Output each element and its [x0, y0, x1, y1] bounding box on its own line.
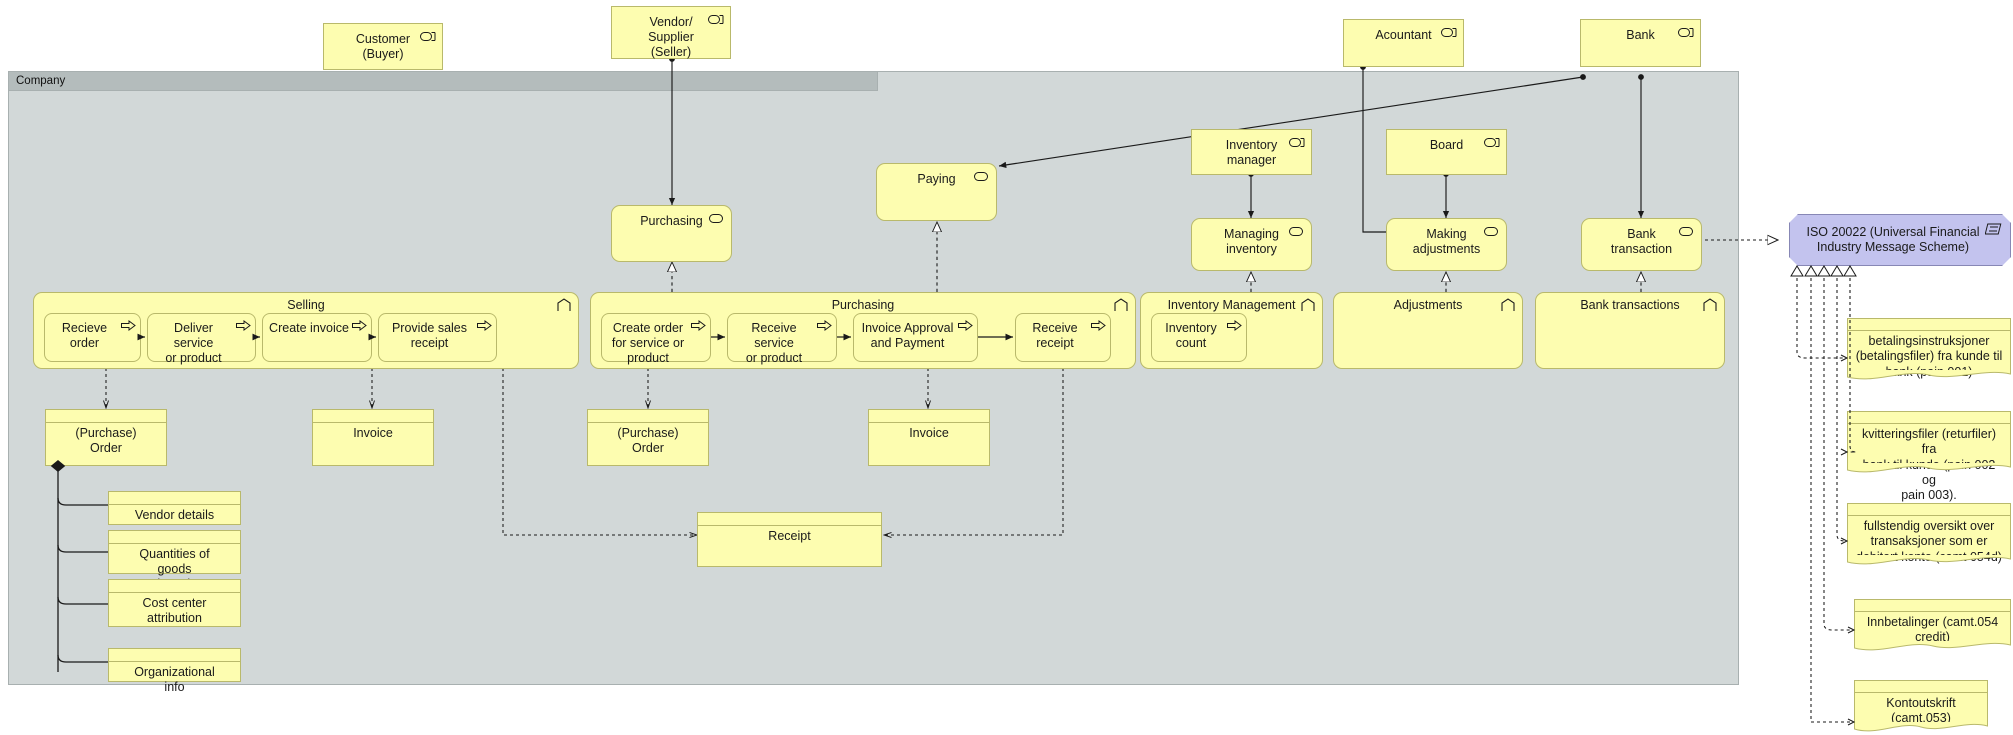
deliverable-wave — [1847, 370, 2011, 380]
actor-accountant[interactable]: Acountant — [1343, 19, 1464, 67]
group-inventory-management-title: Inventory Management — [1167, 298, 1296, 312]
process-collection-icon — [1703, 298, 1717, 312]
business-process-icon — [352, 320, 367, 331]
deliverable-camt053[interactable]: Kontoutskrift (camt.053) — [1854, 680, 1988, 732]
business-process-icon — [817, 320, 832, 331]
business-process-icon — [709, 213, 725, 224]
business-process-icon — [958, 320, 973, 331]
deliverable-pain001[interactable]: betalingsinstruksjoner (betalingsfiler) f… — [1847, 318, 2011, 380]
group-selling-title: Selling — [287, 298, 325, 312]
subprocess-deliver-service-or-product[interactable]: Deliver service or product — [147, 313, 256, 365]
object-sell-invoice[interactable]: Invoice — [312, 409, 434, 466]
group-adjustments-title: Adjustments — [1393, 298, 1463, 312]
process-managing-inventory[interactable]: Managing inventory — [1191, 218, 1312, 271]
business-role-icon — [1484, 137, 1500, 148]
object-sell-purchase-order-label: (Purchase) Order — [75, 426, 137, 455]
attribute-organizational-info[interactable]: Organizational info — [108, 648, 241, 694]
subprocess-create-order[interactable]: Create order for service or product — [601, 313, 711, 365]
business-function-icon — [1679, 226, 1695, 237]
object-receipt[interactable]: Receipt — [697, 512, 882, 567]
group-purchasing-title: Purchasing — [831, 298, 895, 312]
object-receipt-label: Receipt — [768, 529, 811, 543]
subprocess-provide-sales-receipt[interactable]: Provide sales receipt — [378, 313, 497, 362]
business-process-icon — [1227, 320, 1242, 331]
attribute-cost-center-label: Cost center attribution — [142, 596, 207, 625]
deliverable-wave — [1854, 641, 2011, 651]
object-buy-invoice[interactable]: Invoice — [868, 409, 990, 466]
deliverable-pain002-003[interactable]: kvitteringsfiler (returfiler) frabank ti… — [1847, 411, 2011, 502]
role-board[interactable]: Board — [1386, 129, 1507, 175]
actor-bank[interactable]: Bank — [1580, 19, 1701, 67]
company-container-header: Company — [8, 71, 878, 91]
process-purchasing[interactable]: Purchasing — [611, 205, 732, 262]
business-process-icon — [691, 320, 706, 331]
group-bank-transactions[interactable]: Bank transactions — [1535, 292, 1725, 369]
business-role-icon — [1678, 27, 1694, 38]
process-paying[interactable]: Paying — [876, 163, 997, 221]
business-role-icon — [708, 14, 724, 25]
subprocess-recieve-order[interactable]: Recieve order — [44, 313, 141, 362]
business-process-icon — [236, 320, 251, 331]
process-collection-icon — [1114, 298, 1128, 312]
attribute-vendor-details-label: Vendor details — [134, 508, 215, 522]
business-process-icon — [974, 171, 990, 182]
subprocess-receive-receipt[interactable]: Receive receipt — [1015, 313, 1111, 362]
group-adjustments[interactable]: Adjustments — [1333, 292, 1523, 369]
business-function-icon — [1289, 226, 1305, 237]
process-collection-icon — [1301, 298, 1315, 312]
application-iso20022-label: ISO 20022 (Universal Financial Industry M… — [1806, 225, 1980, 254]
attribute-cost-center[interactable]: Cost center attribution — [108, 579, 241, 627]
process-bank-transaction[interactable]: Bank transaction — [1581, 218, 1702, 271]
process-collection-icon — [1501, 298, 1515, 312]
attribute-quantities[interactable]: Quantities of goodsand services — [108, 530, 241, 591]
business-process-icon — [477, 320, 492, 331]
actor-customer[interactable]: Customer (Buyer) — [323, 23, 443, 70]
application-iso20022[interactable]: ISO 20022 (Universal Financial Industry M… — [1789, 214, 2011, 266]
group-bank-transactions-title: Bank transactions — [1580, 298, 1680, 312]
role-inventory-manager[interactable]: Inventory manager — [1191, 129, 1312, 175]
diagram-canvas: Company Customer (Buyer) Vendor/ Supplie… — [0, 0, 2013, 735]
subprocess-invoice-approval-and-payment[interactable]: Invoice Approval and Payment — [853, 313, 978, 362]
process-collection-icon — [557, 298, 571, 312]
actor-vendor-supplier[interactable]: Vendor/Supplier (Seller) — [611, 6, 731, 59]
subprocess-receive-service-or-product[interactable]: Receive service or product — [727, 313, 837, 365]
process-making-adjustments[interactable]: Making adjustments — [1386, 218, 1507, 271]
business-process-icon — [121, 320, 136, 331]
application-component-icon — [1985, 223, 2002, 236]
attribute-organizational-info-label: Organizational info — [134, 665, 215, 694]
business-function-icon — [1484, 226, 1500, 237]
attribute-vendor-details[interactable]: Vendor details — [108, 491, 241, 525]
business-role-icon — [1441, 27, 1457, 38]
business-role-icon — [420, 31, 436, 42]
deliverable-camt054-credit[interactable]: Innbetalinger (camt.054 credit) — [1854, 599, 2011, 651]
deliverable-wave — [1847, 463, 2011, 473]
deliverable-camt054d[interactable]: fullstendig oversikt over transaksjoner s… — [1847, 503, 2011, 565]
object-buy-purchase-order-label: (Purchase) Order — [617, 426, 679, 455]
object-buy-purchase-order[interactable]: (Purchase) Order — [587, 409, 709, 466]
object-sell-purchase-order[interactable]: (Purchase) Order — [45, 409, 167, 466]
deliverable-wave — [1847, 555, 2011, 565]
object-sell-invoice-label: Invoice — [353, 426, 393, 440]
company-label: Company — [16, 75, 66, 87]
subprocess-inventory-count[interactable]: Inventory count — [1151, 313, 1247, 362]
business-role-icon — [1289, 137, 1305, 148]
deliverable-wave — [1854, 722, 1988, 732]
business-process-icon — [1091, 320, 1106, 331]
subprocess-create-invoice[interactable]: Create invoice — [262, 313, 372, 362]
object-buy-invoice-label: Invoice — [909, 426, 949, 440]
